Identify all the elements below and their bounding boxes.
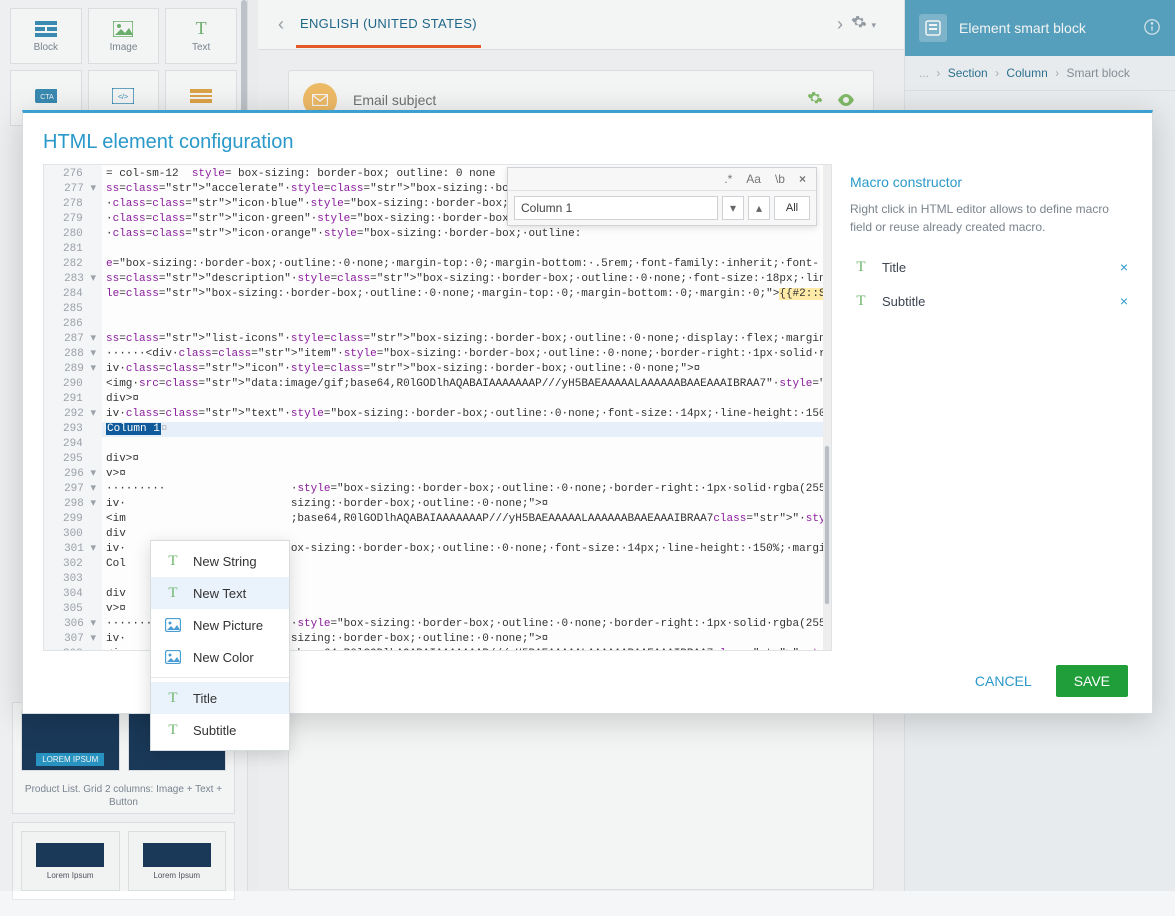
ctx-subtitle[interactable]: T Subtitle [151,714,289,746]
text-icon: T [163,583,183,603]
find-input[interactable] [514,196,718,220]
find-prev-icon[interactable]: ▴ [748,196,770,220]
text-icon: T [163,720,183,740]
macro-item-label: Subtitle [882,294,925,309]
ctx-label: New Color [193,650,254,665]
find-all-button[interactable]: All [774,196,810,220]
text-icon: T [850,256,872,278]
find-opt-regex[interactable]: .* [720,171,736,187]
text-icon: T [163,688,183,708]
find-opt-case[interactable]: Aa [742,171,765,187]
image-icon [163,615,183,635]
delete-icon[interactable]: × [1120,293,1128,309]
macro-hint: Right click in HTML editor allows to def… [850,200,1132,236]
macro-item-label: Title [882,260,906,275]
modal-title: HTML element configuration [23,113,1152,164]
context-menu: T New String T New Text New Picture New Color… [150,540,290,751]
macro-item[interactable]: T Title × [850,250,1132,284]
find-panel: .* Aa \b × ▾ ▴ All [507,167,817,226]
editor-scrollbar[interactable] [823,165,831,650]
ctx-new-color[interactable]: New Color [151,641,289,673]
find-opt-word[interactable]: \b [771,171,789,187]
save-button[interactable]: SAVE [1056,665,1128,697]
editor-gutter: 276 277 ▾ 278 279 280 281 282 283 ▾ 284 … [44,165,102,650]
image-icon [163,647,183,667]
macro-panel: Macro constructor Right click in HTML ed… [832,164,1132,651]
macro-title: Macro constructor [850,174,1132,190]
ctx-label: Title [193,691,217,706]
ctx-new-picture[interactable]: New Picture [151,609,289,641]
ctx-label: New Picture [193,618,263,633]
ctx-title[interactable]: T Title [151,682,289,714]
cancel-button[interactable]: CANCEL [969,672,1038,690]
find-next-icon[interactable]: ▾ [722,196,744,220]
ctx-label: New String [193,554,257,569]
ctx-new-string[interactable]: T New String [151,545,289,577]
text-icon: T [850,290,872,312]
ctx-new-text[interactable]: T New Text [151,577,289,609]
macro-item[interactable]: T Subtitle × [850,284,1132,318]
delete-icon[interactable]: × [1120,259,1128,275]
find-close-icon[interactable]: × [795,171,810,187]
ctx-label: New Text [193,586,246,601]
text-icon: T [163,551,183,571]
ctx-label: Subtitle [193,723,236,738]
